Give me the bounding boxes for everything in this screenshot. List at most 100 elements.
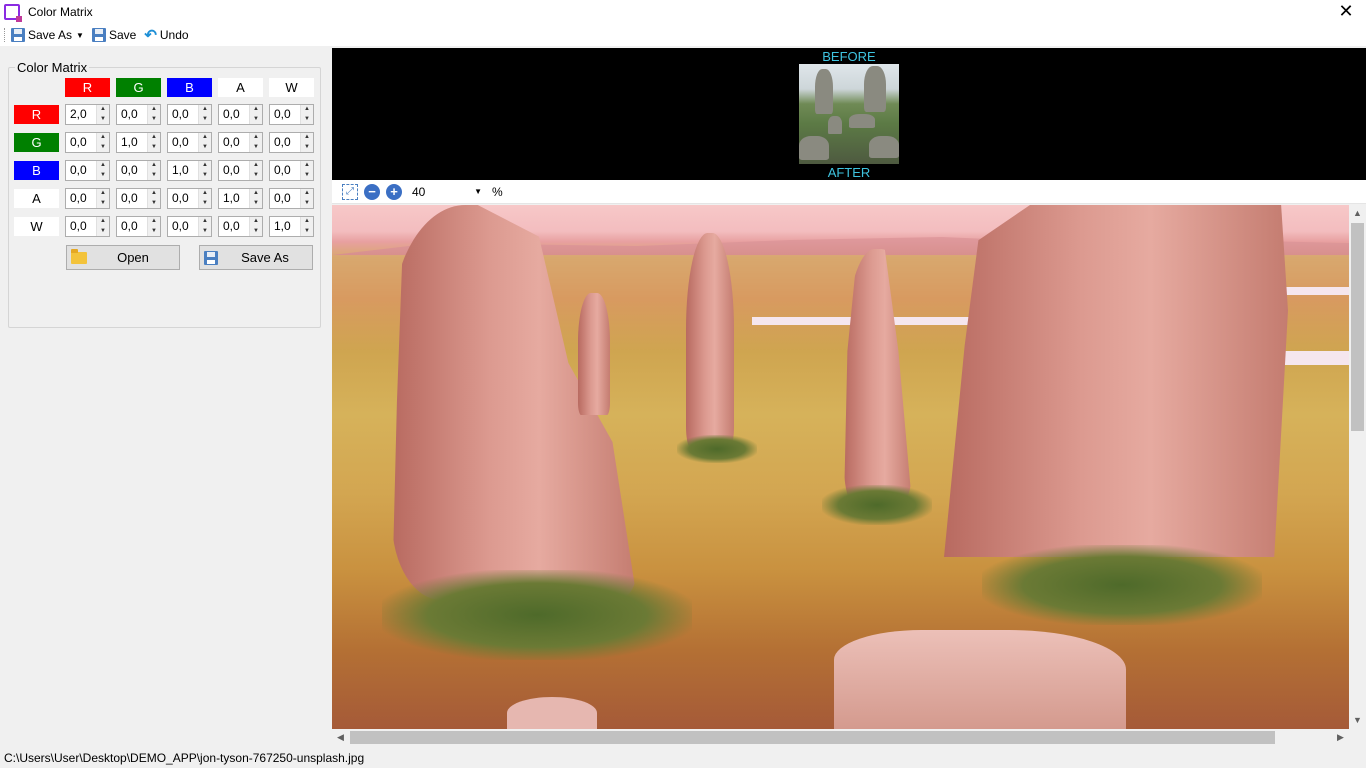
open-button[interactable]: Open: [66, 245, 180, 270]
cell-value[interactable]: 0,0: [219, 217, 249, 236]
cell-value[interactable]: 0,0: [270, 189, 300, 208]
scroll-left-icon[interactable]: ◀: [332, 729, 349, 746]
stepper-down-icon[interactable]: ▼: [250, 227, 262, 237]
cell-value[interactable]: 0,0: [219, 105, 249, 124]
stepper-down-icon[interactable]: ▼: [301, 199, 313, 209]
stepper-down-icon[interactable]: ▼: [301, 171, 313, 181]
cell-value[interactable]: 0,0: [66, 161, 96, 180]
cell-value[interactable]: 0,0: [270, 105, 300, 124]
matrix-cell-g-g[interactable]: 1,0 ▲ ▼: [116, 132, 161, 153]
cell-value[interactable]: 0,0: [117, 105, 147, 124]
matrix-cell-b-g[interactable]: 0,0 ▲ ▼: [116, 160, 161, 181]
matrix-cell-r-w[interactable]: 0,0 ▲ ▼: [269, 104, 314, 125]
stepper-down-icon[interactable]: ▼: [97, 143, 109, 153]
stepper-up-icon[interactable]: ▲: [97, 161, 109, 171]
stepper-down-icon[interactable]: ▼: [148, 199, 160, 209]
stepper-down-icon[interactable]: ▼: [148, 143, 160, 153]
stepper-up-icon[interactable]: ▲: [250, 161, 262, 171]
stepper-down-icon[interactable]: ▼: [301, 143, 313, 153]
stepper-up-icon[interactable]: ▲: [199, 161, 211, 171]
matrix-save-as-button[interactable]: Save As: [199, 245, 313, 270]
stepper-up-icon[interactable]: ▲: [97, 189, 109, 199]
matrix-cell-g-b[interactable]: 0,0 ▲ ▼: [167, 132, 212, 153]
save-button[interactable]: Save: [91, 25, 136, 45]
matrix-cell-g-r[interactable]: 0,0 ▲ ▼: [65, 132, 110, 153]
stepper-down-icon[interactable]: ▼: [148, 227, 160, 237]
cell-value[interactable]: 1,0: [219, 189, 249, 208]
stepper-down-icon[interactable]: ▼: [97, 227, 109, 237]
zoom-out-icon[interactable]: −: [364, 183, 380, 200]
scroll-up-icon[interactable]: ▲: [1349, 205, 1366, 222]
matrix-cell-w-a[interactable]: 0,0 ▲ ▼: [218, 216, 263, 237]
matrix-cell-w-w[interactable]: 1,0 ▲ ▼: [269, 216, 314, 237]
matrix-cell-g-a[interactable]: 0,0 ▲ ▼: [218, 132, 263, 153]
cell-value[interactable]: 0,0: [219, 133, 249, 152]
stepper-up-icon[interactable]: ▲: [148, 217, 160, 227]
cell-value[interactable]: 0,0: [117, 217, 147, 236]
scroll-down-icon[interactable]: ▼: [1349, 712, 1366, 729]
cell-value[interactable]: 0,0: [270, 161, 300, 180]
matrix-cell-r-a[interactable]: 0,0 ▲ ▼: [218, 104, 263, 125]
stepper-up-icon[interactable]: ▲: [199, 133, 211, 143]
stepper-up-icon[interactable]: ▲: [250, 105, 262, 115]
cell-value[interactable]: 0,0: [66, 133, 96, 152]
zoom-level-select[interactable]: 40 ▼: [412, 183, 484, 201]
cell-value[interactable]: 0,0: [168, 189, 198, 208]
stepper-down-icon[interactable]: ▼: [97, 171, 109, 181]
matrix-cell-w-b[interactable]: 0,0 ▲ ▼: [167, 216, 212, 237]
cell-value[interactable]: 0,0: [117, 189, 147, 208]
cell-value[interactable]: 0,0: [117, 161, 147, 180]
stepper-down-icon[interactable]: ▼: [97, 199, 109, 209]
stepper-up-icon[interactable]: ▲: [199, 189, 211, 199]
matrix-cell-b-a[interactable]: 0,0 ▲ ▼: [218, 160, 263, 181]
stepper-down-icon[interactable]: ▼: [250, 115, 262, 125]
stepper-down-icon[interactable]: ▼: [97, 115, 109, 125]
cell-value[interactable]: 2,0: [66, 105, 96, 124]
stepper-up-icon[interactable]: ▲: [250, 189, 262, 199]
stepper-up-icon[interactable]: ▲: [97, 217, 109, 227]
cell-value[interactable]: 0,0: [66, 189, 96, 208]
stepper-down-icon[interactable]: ▼: [250, 171, 262, 181]
stepper-up-icon[interactable]: ▲: [199, 217, 211, 227]
horizontal-scrollbar[interactable]: ◀ ▶: [332, 729, 1349, 746]
scroll-right-icon[interactable]: ▶: [1332, 729, 1349, 746]
save-as-dropdown-button[interactable]: Save As ▼: [11, 25, 84, 45]
cell-value[interactable]: 0,0: [168, 105, 198, 124]
stepper-down-icon[interactable]: ▼: [148, 171, 160, 181]
matrix-cell-b-w[interactable]: 0,0 ▲ ▼: [269, 160, 314, 181]
zoom-value[interactable]: 40: [412, 185, 425, 199]
vertical-scrollbar[interactable]: ▲ ▼: [1349, 205, 1366, 729]
chevron-down-icon[interactable]: ▼: [76, 31, 84, 40]
stepper-up-icon[interactable]: ▲: [97, 105, 109, 115]
matrix-cell-a-g[interactable]: 0,0 ▲ ▼: [116, 188, 161, 209]
vertical-scroll-thumb[interactable]: [1351, 223, 1364, 431]
cell-value[interactable]: 0,0: [219, 161, 249, 180]
stepper-down-icon[interactable]: ▼: [301, 115, 313, 125]
matrix-cell-w-g[interactable]: 0,0 ▲ ▼: [116, 216, 161, 237]
stepper-down-icon[interactable]: ▼: [199, 115, 211, 125]
zoom-in-icon[interactable]: +: [386, 183, 402, 200]
stepper-up-icon[interactable]: ▲: [301, 217, 313, 227]
stepper-down-icon[interactable]: ▼: [199, 143, 211, 153]
close-button[interactable]: ✕: [1326, 0, 1366, 24]
stepper-down-icon[interactable]: ▼: [199, 227, 211, 237]
matrix-cell-b-r[interactable]: 0,0 ▲ ▼: [65, 160, 110, 181]
cell-value[interactable]: 0,0: [66, 217, 96, 236]
undo-button[interactable]: ↶ Undo: [144, 25, 188, 45]
matrix-cell-a-r[interactable]: 0,0 ▲ ▼: [65, 188, 110, 209]
stepper-up-icon[interactable]: ▲: [148, 105, 160, 115]
cell-value[interactable]: 0,0: [168, 133, 198, 152]
stepper-down-icon[interactable]: ▼: [250, 143, 262, 153]
horizontal-scroll-thumb[interactable]: [350, 731, 1275, 744]
matrix-cell-a-a[interactable]: 1,0 ▲ ▼: [218, 188, 263, 209]
stepper-up-icon[interactable]: ▲: [148, 161, 160, 171]
cell-value[interactable]: 1,0: [168, 161, 198, 180]
after-image-viewport[interactable]: [332, 205, 1349, 729]
before-thumbnail[interactable]: [799, 64, 899, 164]
stepper-up-icon[interactable]: ▲: [301, 105, 313, 115]
stepper-up-icon[interactable]: ▲: [148, 189, 160, 199]
matrix-cell-g-w[interactable]: 0,0 ▲ ▼: [269, 132, 314, 153]
matrix-cell-a-b[interactable]: 0,0 ▲ ▼: [167, 188, 212, 209]
stepper-up-icon[interactable]: ▲: [301, 133, 313, 143]
cell-value[interactable]: 0,0: [270, 133, 300, 152]
